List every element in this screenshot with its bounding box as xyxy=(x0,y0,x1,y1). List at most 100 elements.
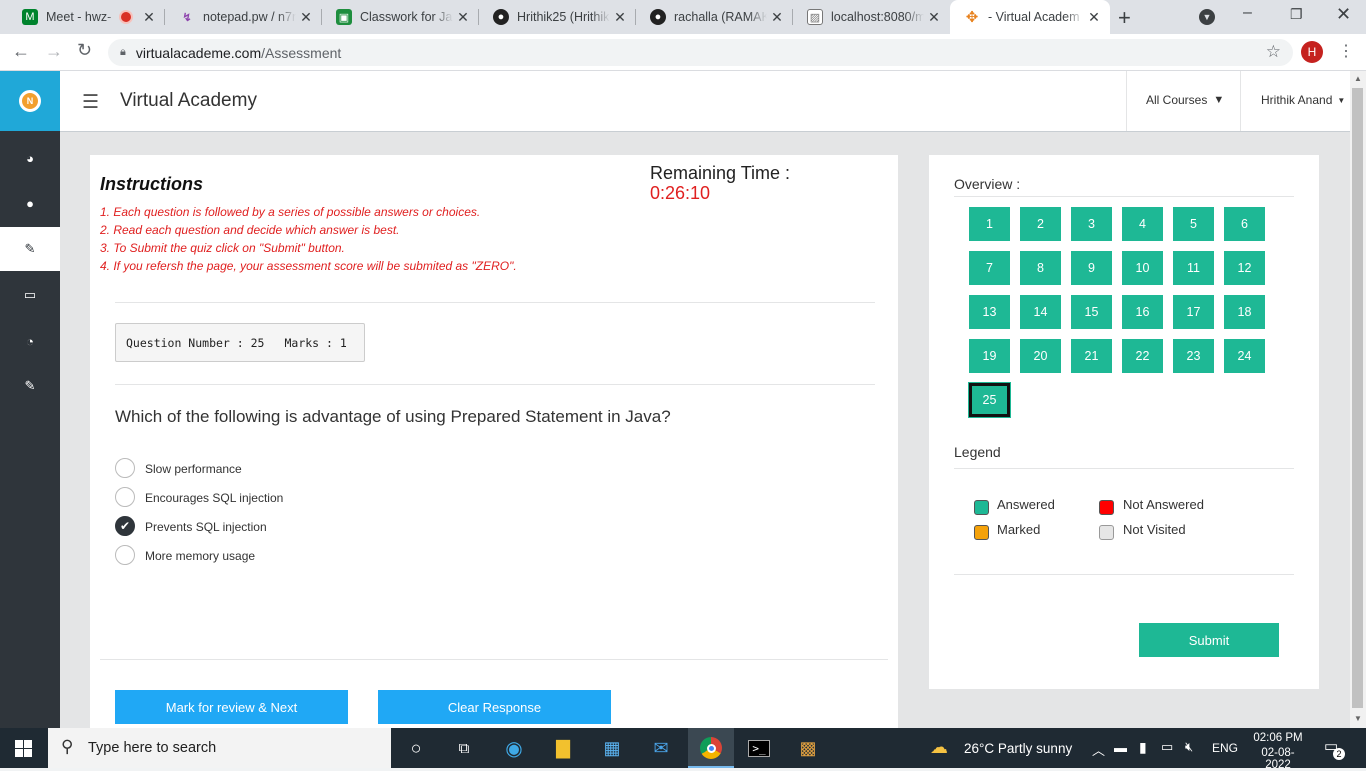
close-tab-icon[interactable]: ✕ xyxy=(139,9,159,26)
question-tile[interactable]: 14 xyxy=(1020,295,1061,329)
clear-response-button[interactable]: Clear Response xyxy=(378,690,611,724)
user-icon[interactable]: ● xyxy=(0,181,60,225)
page-scrollbar[interactable]: ▲ ▼ xyxy=(1350,71,1366,728)
close-tab-icon[interactable]: ✕ xyxy=(767,9,787,26)
back-arrow-icon[interactable]: ← xyxy=(12,41,30,62)
weather-icon[interactable]: ☁ xyxy=(930,737,948,758)
windows-start-icon[interactable] xyxy=(15,740,32,757)
question-tile[interactable]: 23 xyxy=(1173,339,1214,373)
question-tile[interactable]: 19 xyxy=(969,339,1010,373)
battery-icon[interactable]: ▮ xyxy=(1139,739,1147,756)
question-tile[interactable]: 12 xyxy=(1224,251,1265,285)
question-tile[interactable]: 15 xyxy=(1071,295,1112,329)
app-title: Virtual Academy xyxy=(120,90,257,111)
question-tile[interactable]: 4 xyxy=(1122,207,1163,241)
user-menu[interactable]: Hrithik Anand ▼ xyxy=(1261,93,1345,107)
reload-icon[interactable]: ↻ xyxy=(77,40,92,61)
option-label-4[interactable]: More memory usage xyxy=(145,549,255,563)
question-tile[interactable]: 18 xyxy=(1224,295,1265,329)
forward-arrow-icon[interactable]: → xyxy=(45,41,63,62)
option-radio-3[interactable]: ✔ xyxy=(115,516,135,536)
new-tab-button[interactable]: + xyxy=(1118,5,1131,31)
hamburger-menu-icon[interactable]: ☰ xyxy=(82,91,99,114)
all-courses-filter[interactable]: All Courses ▼ xyxy=(1146,93,1224,107)
scroll-up-arrow-icon[interactable]: ▲ xyxy=(1354,74,1362,83)
option-label-3[interactable]: Prevents SQL injection xyxy=(145,520,267,534)
close-tab-icon[interactable]: ✕ xyxy=(1084,9,1104,26)
option-label-1[interactable]: Slow performance xyxy=(145,462,242,476)
restore-icon[interactable]: ❐ xyxy=(1290,6,1303,23)
question-tile[interactable]: 6 xyxy=(1224,207,1265,241)
edit-icon[interactable]: ✎ xyxy=(0,364,60,408)
brand-logo[interactable]: N xyxy=(0,71,60,131)
minimize-icon[interactable]: – xyxy=(1243,4,1252,22)
edge-icon[interactable]: ◉ xyxy=(499,734,529,762)
question-tile[interactable]: 8 xyxy=(1020,251,1061,285)
option-radio-4[interactable] xyxy=(115,545,135,565)
option-label-2[interactable]: Encourages SQL injection xyxy=(145,491,283,505)
tab-title: Meet - hwz- xyxy=(46,10,112,24)
mark-review-next-button[interactable]: Mark for review & Next xyxy=(115,690,348,724)
tab-classroom[interactable]: ▣ Classwork for Jav ✕ xyxy=(322,0,479,34)
submit-button[interactable]: Submit xyxy=(1139,623,1279,657)
network-icon[interactable]: ▬ xyxy=(1114,740,1127,755)
question-tile-current[interactable]: 25 xyxy=(968,382,1011,418)
question-tile[interactable]: 1 xyxy=(969,207,1010,241)
task-view-icon[interactable]: ⧉ xyxy=(449,734,479,762)
question-tile[interactable]: 11 xyxy=(1173,251,1214,285)
question-tile[interactable]: 2 xyxy=(1020,207,1061,241)
bookmark-star-icon[interactable]: ☆ xyxy=(1266,42,1281,62)
question-tile[interactable]: 7 xyxy=(969,251,1010,285)
language-indicator[interactable]: ENG xyxy=(1212,741,1238,755)
question-tile[interactable]: 10 xyxy=(1122,251,1163,285)
tray-chevron-icon[interactable]: ︿ xyxy=(1092,740,1105,759)
close-tab-icon[interactable]: ✕ xyxy=(453,9,473,26)
mail-icon[interactable]: ✉ xyxy=(646,734,676,762)
question-tile[interactable]: 9 xyxy=(1071,251,1112,285)
close-tab-icon[interactable]: ✕ xyxy=(296,9,316,26)
question-tile[interactable]: 13 xyxy=(969,295,1010,329)
question-tile[interactable]: 21 xyxy=(1071,339,1112,373)
scroll-down-arrow-icon[interactable]: ▼ xyxy=(1354,714,1362,723)
monitor-icon[interactable]: ▭ xyxy=(1161,739,1173,755)
tab-github-hrithik[interactable]: ● Hrithik25 (Hrithik ✕ xyxy=(479,0,636,34)
left-sidebar: ◕ ● ✎ ▭ ◔ ✎ xyxy=(0,71,60,728)
option-radio-1[interactable] xyxy=(115,458,135,478)
close-window-icon[interactable]: ✕ xyxy=(1336,4,1351,25)
address-bar[interactable]: 🔒︎ virtualacademe.com/Assessment ☆ xyxy=(108,39,1293,66)
browser-menu-icon[interactable]: ⋮ xyxy=(1338,41,1354,61)
close-tab-icon[interactable]: ✕ xyxy=(610,9,630,26)
assessment-edit-icon[interactable]: ✎ xyxy=(0,227,60,271)
eclipse-ide-icon[interactable]: ▩ xyxy=(793,734,823,762)
weather-text[interactable]: 26°C Partly sunny xyxy=(964,741,1072,756)
question-tile[interactable]: 16 xyxy=(1122,295,1163,329)
store-icon[interactable]: ▦ xyxy=(597,734,627,762)
laptop-icon[interactable]: ▭ xyxy=(0,273,60,317)
taskbar-search-box[interactable]: ⚲ Type here to search xyxy=(48,728,391,768)
question-tile[interactable]: 24 xyxy=(1224,339,1265,373)
tab-virtual-academy[interactable]: ✥ - Virtual Academ ✕ xyxy=(950,0,1110,34)
terminal-icon[interactable]: >_ xyxy=(744,734,774,762)
question-tile[interactable]: 22 xyxy=(1122,339,1163,373)
dashboard-icon[interactable]: ◕ xyxy=(0,136,60,180)
option-radio-2[interactable] xyxy=(115,487,135,507)
tab-search-icon[interactable]: ▼ xyxy=(1199,9,1215,25)
file-explorer-icon[interactable]: ▇ xyxy=(548,734,578,762)
volume-muted-icon[interactable]: 🔇︎ xyxy=(1185,739,1193,755)
clock[interactable]: 02:06 PM 02-08-2022 xyxy=(1250,732,1306,771)
cortana-icon[interactable]: ○ xyxy=(401,734,431,762)
tab-notepad[interactable]: ↯ notepad.pw / n7r ✕ xyxy=(165,0,322,34)
question-tile[interactable]: 20 xyxy=(1020,339,1061,373)
scrollbar-thumb[interactable] xyxy=(1352,88,1363,708)
chrome-taskbar-active[interactable] xyxy=(688,728,734,768)
profile-avatar[interactable]: H xyxy=(1301,41,1323,63)
tab-github-rachalla[interactable]: ● rachalla (RAMAKR ✕ xyxy=(636,0,793,34)
question-tile[interactable]: 5 xyxy=(1173,207,1214,241)
browser-tab-strip: M Meet - hwz- ✕ ↯ notepad.pw / n7r ✕ ▣ C… xyxy=(0,0,1366,34)
tab-localhost[interactable]: ▨ localhost:8080/m ✕ xyxy=(793,0,950,34)
question-tile[interactable]: 3 xyxy=(1071,207,1112,241)
question-tile[interactable]: 17 xyxy=(1173,295,1214,329)
tab-meet[interactable]: M Meet - hwz- ✕ xyxy=(8,0,165,34)
chat-icon[interactable]: ◔ xyxy=(0,319,60,363)
close-tab-icon[interactable]: ✕ xyxy=(924,9,944,26)
